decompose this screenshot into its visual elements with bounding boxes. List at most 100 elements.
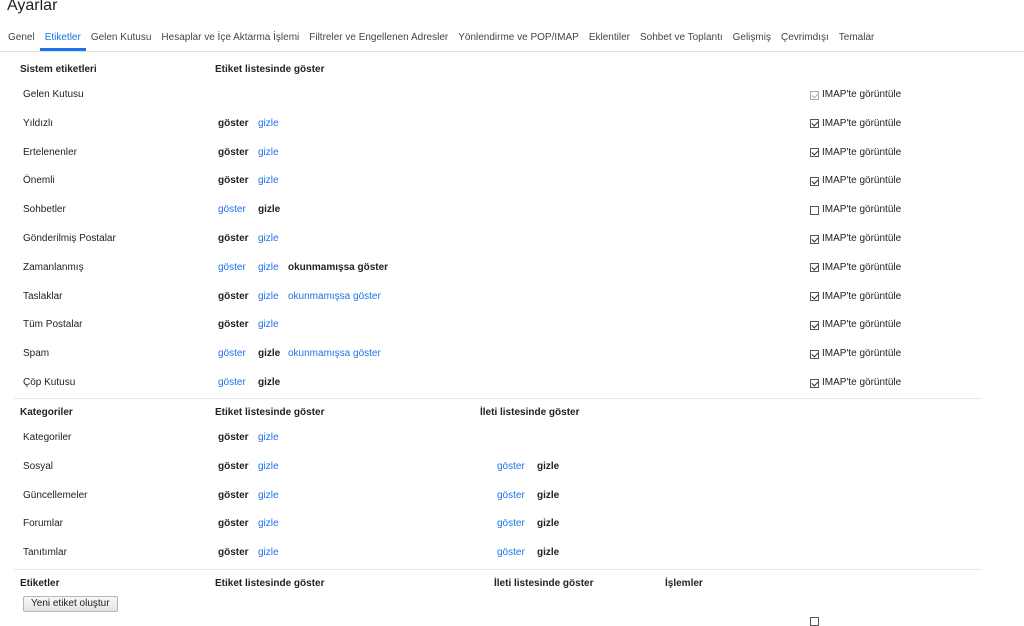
tab-3[interactable]: Hesaplar ve İçe Aktarma İşlemi [156, 26, 304, 51]
action-current-1: gizle [537, 547, 560, 559]
tab-9[interactable]: Çevrimdışı [776, 26, 834, 51]
action-link-1[interactable]: gizle [258, 171, 279, 191]
system-label-row: Önemli göster gizle IMAP'te görüntüle [0, 171, 1024, 191]
category-row: Forumlar göster gizle göster gizle [0, 514, 1024, 534]
action-current-1: gizle [258, 348, 281, 360]
imap-toggle[interactable]: IMAP'te görüntüle [810, 171, 901, 191]
action-link-0[interactable]: göster [497, 486, 525, 506]
category-row: Sosyal göster gizle göster gizle [0, 457, 1024, 477]
action-current-0: göster [218, 146, 249, 158]
category-name: Tanıtımlar [23, 547, 67, 559]
action-current-1: gizle [537, 460, 560, 472]
imap-checkbox[interactable] [810, 119, 819, 129]
system-label-row: Gelen Kutusu IMAP'te görüntüle [0, 85, 1024, 105]
system-label-row: Zamanlanmış göster gizle okunmamışsa göster… [0, 258, 1024, 278]
tab-4[interactable]: Filtreler ve Engellenen Adresler [304, 26, 453, 51]
action-link-1[interactable]: gizle [258, 457, 279, 477]
imap-toggle[interactable]: IMAP'te görüntüle [810, 344, 901, 364]
imap-checkbox[interactable] [810, 292, 819, 302]
action-current-0: göster [218, 233, 249, 244]
label-name: Önemli [23, 175, 55, 187]
action-link-0[interactable]: göster [497, 543, 525, 563]
category-name: Kategoriler [23, 432, 72, 443]
action-link-2[interactable]: okunmamışsa göster [288, 344, 381, 364]
tab-0[interactable]: Genel [0, 26, 40, 51]
action-link-0[interactable]: göster [218, 373, 246, 393]
imap-toggle[interactable]: IMAP'te görüntüle [810, 200, 901, 220]
action-current-0: göster [218, 489, 249, 501]
tab-10[interactable]: Temalar [834, 26, 880, 51]
action-current-1: gizle [258, 204, 281, 216]
imap-label: IMAP'te görüntüle [822, 117, 902, 129]
imap-toggle[interactable]: IMAP'te görüntüle [810, 315, 901, 335]
labels-header: Etiketler Etiket listesinde göster İleti… [0, 574, 1024, 594]
imap-label: IMAP'te görüntüle [822, 261, 902, 273]
action-link-0[interactable]: göster [497, 514, 525, 534]
label-name: Zamanlanmış [23, 261, 84, 273]
page-title: Ayarlar [7, 0, 58, 14]
tab-8[interactable]: Gelişmiş [728, 26, 776, 51]
imap-checkbox[interactable] [810, 234, 819, 244]
action-current-1: gizle [537, 518, 560, 530]
action-current-0: göster [218, 547, 249, 559]
label-name: Tüm Postalar [23, 319, 83, 331]
tab-5[interactable]: Yönlendirme ve POP/IMAP [453, 26, 584, 51]
imap-checkbox[interactable] [810, 378, 819, 388]
tab-6[interactable]: Eklentiler [584, 26, 635, 51]
imap-checkbox[interactable] [810, 349, 819, 359]
action-link-1[interactable]: gizle [258, 143, 279, 163]
imap-toggle[interactable]: IMAP'te görüntüle [810, 143, 901, 163]
label-name: Çöp Kutusu [23, 377, 76, 388]
imap-label: IMAP'te görüntüle [822, 233, 902, 244]
action-current-0: göster [218, 319, 249, 331]
imap-checkbox[interactable] [810, 205, 819, 215]
action-link-1[interactable]: gizle [258, 315, 279, 335]
actions-column-heading: İşlemler [665, 578, 703, 589]
imap-toggle[interactable]: IMAP'te görüntüle [810, 229, 901, 249]
category-row: Kategoriler göster gizle [0, 428, 1024, 448]
action-link-1[interactable]: gizle [258, 287, 279, 307]
action-link-1[interactable]: gizle [258, 114, 279, 134]
imap-checkbox[interactable] [810, 176, 819, 186]
tab-1[interactable]: Etiketler [39, 26, 86, 51]
categories-header: Kategoriler Etiket listesinde göster İle… [0, 403, 1024, 423]
label-name: Gelen Kutusu [23, 89, 84, 100]
imap-checkbox[interactable] [810, 148, 819, 158]
system-label-row: Sohbetler göster gizle IMAP'te görüntüle [0, 200, 1024, 220]
imap-checkbox[interactable] [810, 320, 819, 330]
imap-toggle[interactable]: IMAP'te görüntüle [810, 287, 901, 307]
action-link-2[interactable]: okunmamışsa göster [288, 287, 381, 307]
action-link-1[interactable]: gizle [258, 514, 279, 534]
create-new-label-button[interactable]: Yeni etiket oluştur [23, 596, 118, 612]
imap-toggle[interactable]: IMAP'te görüntüle [810, 114, 901, 134]
imap-checkbox[interactable] [810, 617, 819, 626]
imap-label: IMAP'te görüntüle [822, 377, 902, 388]
action-link-1[interactable]: gizle [258, 486, 279, 506]
imap-checkbox[interactable] [810, 263, 819, 273]
imap-toggle: IMAP'te görüntüle [810, 85, 901, 105]
imap-label: IMAP'te görüntüle [822, 175, 902, 187]
action-link-0[interactable]: göster [497, 457, 525, 477]
tab-7[interactable]: Sohbet ve Toplantı [635, 26, 728, 51]
imap-toggle[interactable]: IMAP'te görüntüle [810, 373, 901, 393]
message-list-column-heading: İleti listesinde göster [494, 578, 594, 589]
action-link-1[interactable]: gizle [258, 258, 279, 278]
action-current-0: göster [218, 518, 249, 530]
imap-toggle[interactable]: IMAP'te görüntüle [810, 258, 901, 278]
label-name: Yıldızlı [23, 117, 54, 129]
label-name: Spam [23, 348, 50, 360]
categories-heading: Kategoriler [20, 407, 73, 418]
action-current-0: göster [218, 460, 249, 472]
system-labels-heading: Sistem etiketleri [20, 64, 97, 75]
label-list-column-heading: Etiket listesinde göster [215, 407, 325, 418]
action-link-1[interactable]: gizle [258, 428, 279, 448]
action-link-0[interactable]: göster [218, 258, 246, 278]
action-link-0[interactable]: göster [218, 344, 246, 364]
tab-2[interactable]: Gelen Kutusu [86, 26, 157, 51]
action-link-0[interactable]: göster [218, 200, 246, 220]
category-row: Güncellemeler göster gizle göster gizle [0, 486, 1024, 506]
action-link-1[interactable]: gizle [258, 229, 279, 249]
action-link-1[interactable]: gizle [258, 543, 279, 563]
action-current-0: göster [218, 175, 249, 187]
imap-label: IMAP'te görüntüle [822, 348, 902, 360]
